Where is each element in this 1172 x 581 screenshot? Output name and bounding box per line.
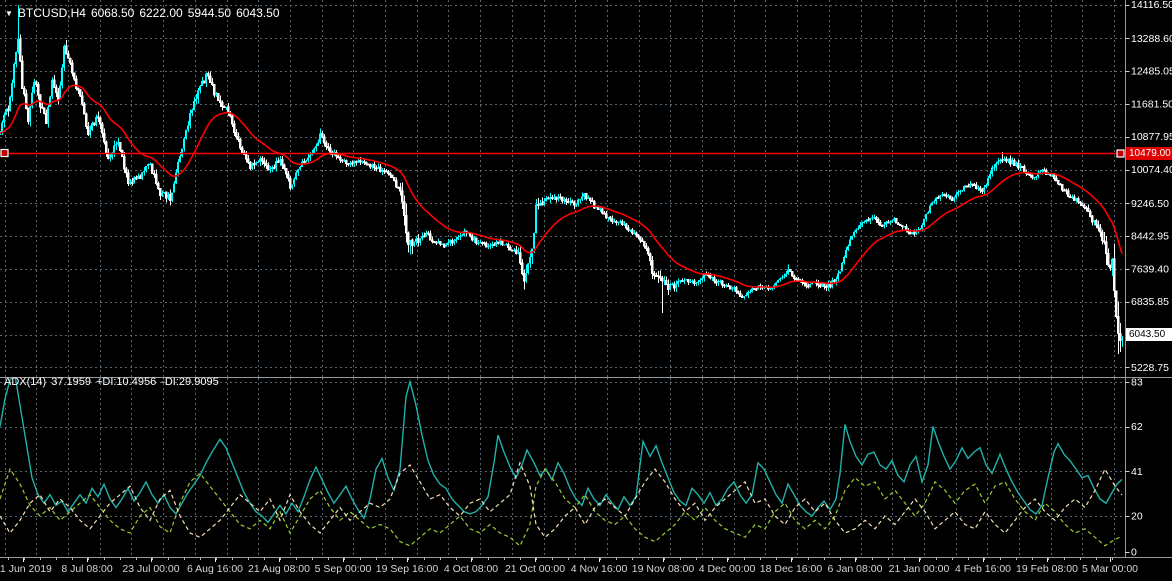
price-axis-label: 12485.05 (1131, 66, 1172, 78)
price-axis-label: 5228.75 (1131, 362, 1169, 374)
price-axis-label: 13288.60 (1131, 33, 1172, 45)
adx-minus-di-value: -DI:29.9095 (161, 376, 218, 388)
date-axis-label: 4 Oct 08:00 (444, 563, 498, 575)
adx-series-plusdi (0, 469, 1122, 546)
axis-frame (0, 0, 1172, 558)
price-axis-label: 8442.95 (1131, 231, 1169, 243)
date-axis: 21 Jun 2019 8 Jul 08:00 23 Jul 00:00 6 Aug … (0, 558, 1138, 575)
hline-price-tag: 10479.00 (1126, 147, 1172, 160)
date-axis-label: 6 Jan 08:00 (828, 563, 883, 575)
adx-axis-label: 41 (1131, 466, 1143, 478)
chart-window: 14116.50 13288.60 12485.05 11681.50 10877.95… (0, 0, 1172, 581)
current-price-tag: 6043.50 (1126, 328, 1172, 341)
ohlc-open-value: 6068.50 (91, 6, 134, 20)
price-axis-label: 7639.40 (1131, 263, 1169, 275)
price-axis-label: 10877.95 (1131, 131, 1172, 143)
ohlc-close-value: 6043.50 (236, 6, 279, 20)
adx-axis-label: 20 (1131, 511, 1143, 523)
price-axis: 14116.50 13288.60 12485.05 11681.50 10877.95… (1125, 0, 1172, 374)
adx-axis-label: 62 (1131, 421, 1143, 433)
date-axis-label: 21 Jan 00:00 (889, 563, 950, 575)
price-axis-label: 10074.40 (1131, 164, 1172, 176)
date-axis-label: 23 Jul 00:00 (122, 563, 179, 575)
hline-right-handle[interactable] (1117, 150, 1124, 157)
price-axis-label: 11681.50 (1131, 98, 1172, 110)
adx-axis-label: 83 (1131, 376, 1143, 388)
date-axis-label: 4 Nov 16:00 (571, 563, 628, 575)
date-axis-label: 18 Dec 16:00 (760, 563, 823, 575)
price-chart-canvas[interactable]: 14116.50 13288.60 12485.05 11681.50 10877.95… (0, 0, 1172, 581)
grid-layer (0, 0, 1125, 556)
adx-axis: 83 62 41 20 0 (1125, 376, 1143, 558)
date-axis-label: 19 Feb 08:00 (1016, 563, 1078, 575)
date-axis-label: 4 Feb 16:00 (955, 563, 1011, 575)
ohlc-marker-icon[interactable]: ▼ (5, 9, 13, 18)
horizontal-price-line[interactable] (0, 150, 1172, 158)
date-axis-label: 6 Aug 16:00 (187, 563, 243, 575)
date-axis-label: 5 Sep 00:00 (315, 563, 372, 575)
price-axis-label: 6835.85 (1131, 296, 1169, 308)
date-axis-label: 5 Mar 00:00 (1082, 563, 1138, 575)
date-axis-label: 19 Nov 08:00 (632, 563, 695, 575)
date-axis-label: 21 Jun 2019 (0, 563, 52, 575)
moving-average-line (0, 85, 1122, 287)
candlestick-layer (0, 5, 1123, 354)
date-axis-label: 4 Dec 00:00 (699, 563, 756, 575)
ohlc-high-value: 6222.00 (139, 6, 182, 20)
hline-left-handle[interactable] (1, 150, 8, 157)
adx-axis-label: 0 (1131, 547, 1137, 559)
symbol-period-label: BTCUSD,H4 (18, 6, 86, 20)
adx-name-label: ADX(14) (4, 376, 46, 388)
adx-value: 37.1959 (51, 376, 91, 388)
price-axis-label: 9246.50 (1131, 198, 1169, 210)
adx-indicator-label: ADX(14) 37.1959 +DI:10.4956 -DI:29.9095 (4, 376, 224, 388)
adx-panel (0, 375, 1122, 545)
price-axis-label: 14116.50 (1131, 0, 1172, 11)
date-axis-label: 8 Jul 08:00 (61, 563, 113, 575)
date-axis-label: 21 Aug 08:00 (248, 563, 310, 575)
ohlc-low-value: 5944.50 (188, 6, 231, 20)
adx-series-adx (0, 375, 1122, 522)
date-axis-label: 21 Oct 00:00 (505, 563, 565, 575)
date-axis-label: 19 Sep 16:00 (376, 563, 439, 575)
chart-title: ▼ BTCUSD,H4 6068.50 6222.00 5944.50 6043.50 (5, 6, 285, 20)
adx-series-minusdi (0, 463, 1122, 538)
adx-plus-di-value: +DI:10.4956 (96, 376, 156, 388)
